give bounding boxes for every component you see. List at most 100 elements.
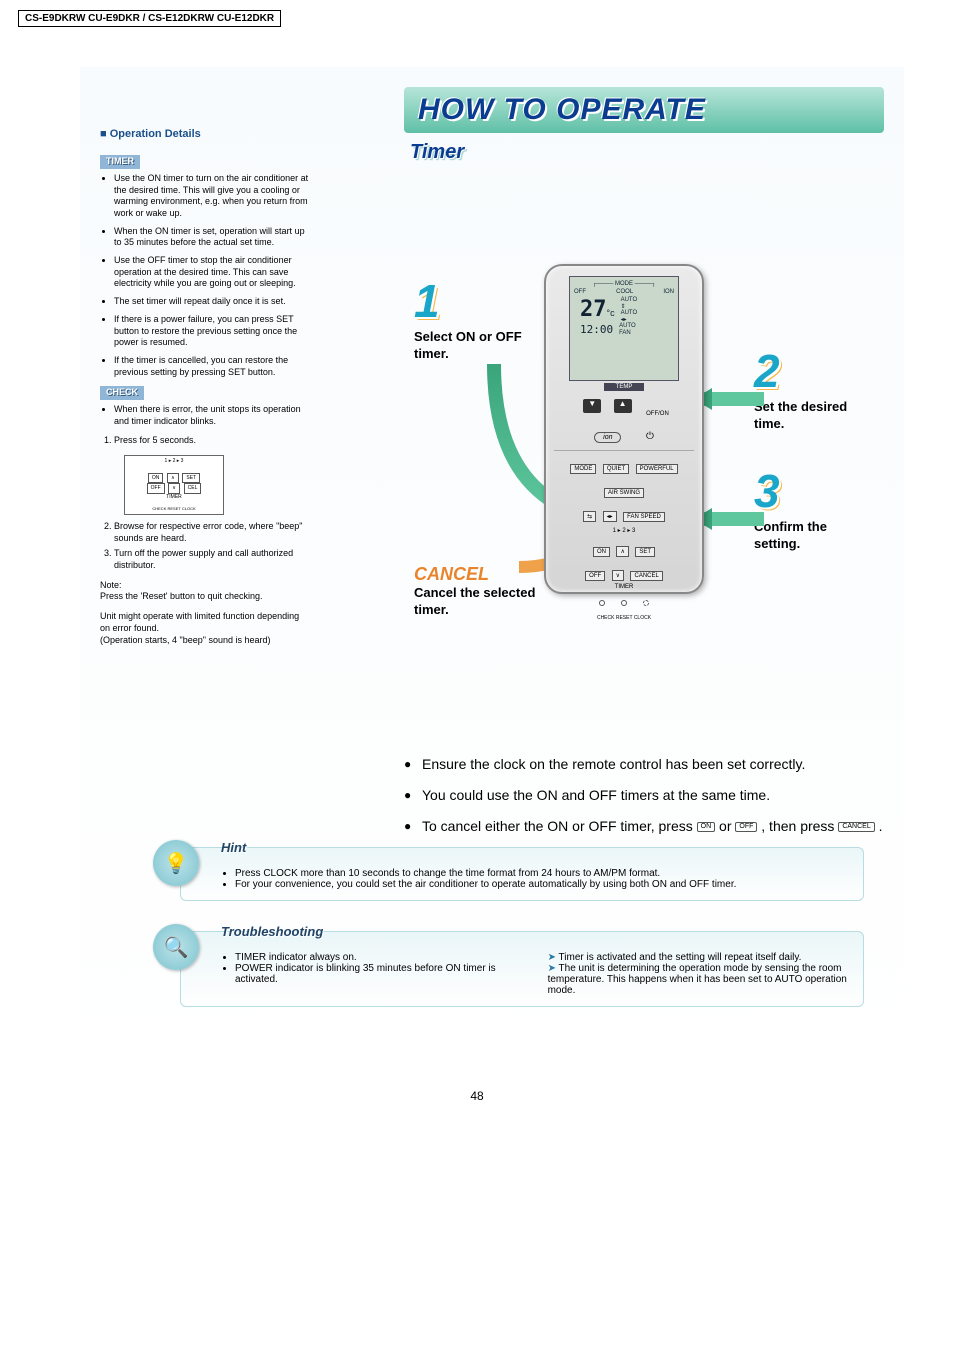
timer-up-button: ∧: [616, 546, 628, 557]
swing-ud-button: ◂▸: [603, 511, 617, 522]
quiet-button: QUIET: [603, 464, 629, 474]
step-2-label: Set the desired time.: [754, 399, 874, 433]
diagram-bottom-labels: CHECK RESET CLOCK: [125, 506, 223, 511]
screen-auto-fan: AUTO FAN: [619, 323, 636, 336]
screen-auto: AUTO⇕AUTO◂▸: [621, 297, 638, 323]
temp-label: TEMP: [604, 383, 644, 391]
cancel-inline-icon: CANCEL: [838, 822, 874, 832]
temp-up-button: [614, 399, 632, 413]
fan-speed-button: FAN SPEED: [623, 512, 665, 522]
ion-button: ion: [594, 432, 621, 443]
timer-label: TIMER: [546, 584, 702, 590]
diagram-up-button: ∧: [167, 473, 179, 484]
mode-button: MODE: [570, 464, 596, 474]
screen-ion: ION: [663, 289, 674, 295]
screen-temperature: 27: [580, 297, 607, 322]
screen-clock: 12:00: [580, 323, 613, 336]
powerful-button: POWERFUL: [636, 464, 678, 474]
list-item: Use the ON timer to turn on the air cond…: [114, 173, 310, 220]
list-item: The set timer will repeat daily once it …: [114, 296, 310, 308]
on-inline-icon: ON: [697, 822, 716, 832]
subsection-title: Timer: [410, 141, 884, 164]
diagram-numbers: 1 ▸ 2 ▸ 3: [125, 458, 223, 465]
page-title: HOW TO OPERATE: [418, 93, 870, 127]
list-item: POWER indicator is blinking 35 minutes b…: [235, 963, 524, 985]
diagram-set-button: SET: [182, 473, 200, 484]
timer-numbers: 1 ▸ 2 ▸ 3: [546, 527, 702, 534]
reset-dot-icon: [621, 600, 627, 606]
list-item: If the timer is cancelled, you can resto…: [114, 355, 310, 378]
diagram-timer-label: TIMER: [125, 494, 223, 501]
temp-down-button: [583, 399, 601, 413]
step-1-number: 1: [414, 274, 440, 328]
screen-mode-label: ┌──── MODE ────┐: [574, 281, 674, 287]
hint-box: 💡 Hint Press CLOCK more than 10 seconds …: [180, 847, 864, 901]
check-steps: Press for 5 seconds.: [114, 435, 310, 447]
screen-off: OFF: [574, 289, 586, 295]
right-column: HOW TO OPERATE Timer 1 Select ON or OFF …: [404, 87, 884, 847]
list-item: Turn off the power supply and call autho…: [114, 548, 310, 571]
list-item: The unit is determining the operation mo…: [548, 963, 849, 996]
page-number: 48: [0, 1089, 954, 1103]
clock-dot-icon: [643, 600, 649, 606]
step-3-label: Confirm the setting.: [754, 519, 874, 553]
note-item: You could use the ON and OFF timers at t…: [404, 785, 884, 806]
list-item: Use the OFF timer to stop the air condit…: [114, 255, 310, 290]
page-body: ■ Operation Details TIMER Use the ON tim…: [80, 67, 904, 1059]
swing-lr-button: ⇆: [583, 511, 596, 522]
step-3-number: 3: [754, 464, 780, 518]
check-bullet-list: When there is error, the unit stops its …: [114, 404, 310, 427]
timer-down-button: ∨: [612, 570, 624, 581]
list-item: Browse for respective error code, where …: [114, 521, 310, 544]
note-label: Note:: [100, 580, 310, 592]
model-header: CS-E9DKRW CU-E9DKR / CS-E12DKRW CU-E12DK…: [18, 10, 281, 27]
troubleshooting-box: 🔍 Troubleshooting TIMER indicator always…: [180, 931, 864, 1007]
timer-on-button: ON: [593, 547, 610, 557]
off-inline-icon: OFF: [735, 822, 757, 832]
check-dot-icon: [599, 600, 605, 606]
troubleshooting-title: Troubleshooting: [221, 924, 323, 939]
bottom-labels: CHECK RESET CLOCK: [546, 615, 702, 621]
left-column: ■ Operation Details TIMER Use the ON tim…: [100, 87, 310, 646]
note-item: To cancel either the ON or OFF timer, pr…: [404, 816, 884, 837]
timer-set-button: SET: [635, 547, 655, 557]
list-item: Press CLOCK more than 10 seconds to chan…: [235, 868, 849, 879]
timer-cancel-button: CANCEL: [630, 571, 662, 581]
power-icon: ⏻: [646, 431, 654, 442]
operation-details-heading: ■ Operation Details: [100, 127, 310, 141]
off-on-label: OFF/ON: [646, 411, 669, 417]
list-item: Timer is activated and the setting will …: [548, 952, 849, 963]
list-item: When there is error, the unit stops its …: [114, 404, 310, 427]
check-steps-cont: Browse for respective error code, where …: [114, 521, 310, 572]
air-swing-button: AIR SWING: [604, 488, 644, 498]
cancel-heading: CANCEL: [414, 564, 544, 585]
mini-remote-diagram: 1 ▸ 2 ▸ 3 ON ∧ SET OFF ∨ CEL TIMER CHECK…: [124, 455, 224, 515]
list-item: Press for 5 seconds.: [114, 435, 310, 447]
remote-illustration-area: 1 Select ON or OFF timer. 2 Set the desi…: [404, 174, 884, 734]
timer-off-button: OFF: [585, 571, 605, 581]
screen-cool: COOL: [616, 289, 633, 295]
step-2-number: 2: [754, 344, 780, 398]
timer-bullet-list: Use the ON timer to turn on the air cond…: [114, 173, 310, 378]
list-item: TIMER indicator always on.: [235, 952, 524, 963]
diagram-off-button: OFF: [147, 483, 165, 494]
diagram-on-button: ON: [148, 473, 164, 484]
remote-control-illustration: ┌──── MODE ────┐ OFF COOL ION 27°c AUTO⇕…: [544, 264, 704, 594]
check-section-tag: CHECK: [100, 386, 144, 400]
screen-temp-unit: °c: [607, 308, 615, 318]
timer-section-tag: TIMER: [100, 155, 140, 169]
lightbulb-icon: 💡: [153, 840, 199, 886]
list-item: When the ON timer is set, operation will…: [114, 226, 310, 249]
hint-title: Hint: [221, 840, 246, 855]
notes-list: Ensure the clock on the remote control h…: [404, 754, 884, 837]
remote-screen: ┌──── MODE ────┐ OFF COOL ION 27°c AUTO⇕…: [569, 276, 679, 381]
note-text: Press the 'Reset' button to quit checkin…: [100, 591, 310, 603]
magnifier-icon: 🔍: [153, 924, 199, 970]
title-bar: HOW TO OPERATE: [404, 87, 884, 133]
list-item: If there is a power failure, you can pre…: [114, 314, 310, 349]
diagram-down-button: ∨: [168, 483, 180, 494]
diagram-cancel-button: CEL: [184, 483, 202, 494]
note-item: Ensure the clock on the remote control h…: [404, 754, 884, 775]
note-extra: Unit might operate with limited function…: [100, 611, 310, 646]
step-1-label: Select ON or OFF timer.: [414, 329, 524, 363]
